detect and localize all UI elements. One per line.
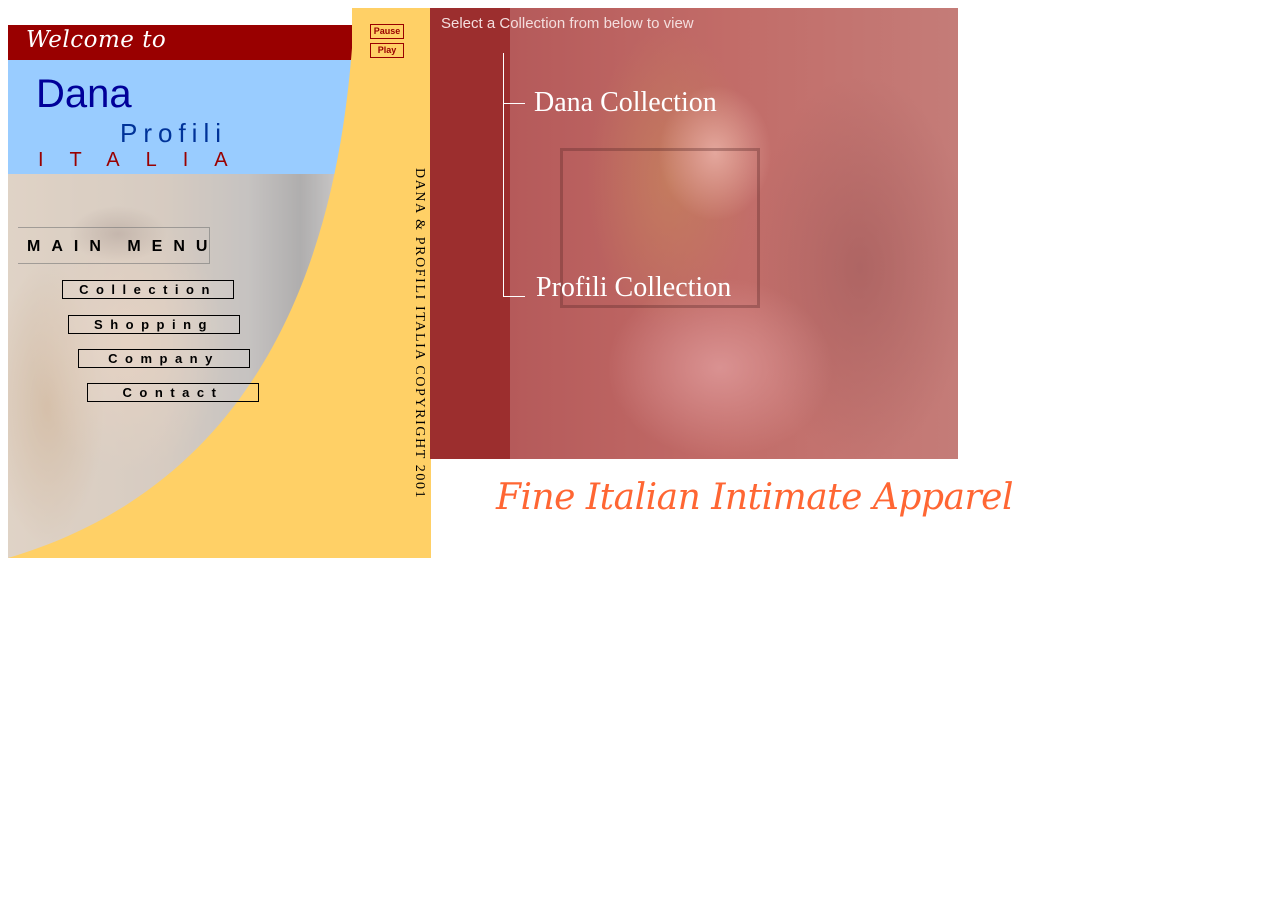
pause-button[interactable]: Pause — [370, 24, 404, 39]
menu-shopping-button[interactable]: Shopping — [68, 315, 240, 334]
welcome-text: Welcome to — [26, 27, 167, 53]
logo-italia-text: ITALIA — [38, 149, 254, 171]
dana-collection-link[interactable]: Dana Collection — [534, 87, 717, 119]
welcome-bar: Welcome to — [8, 25, 352, 60]
left-panel: Welcome to Dana Profili ITALIA MAIN MENU… — [8, 8, 431, 558]
top-strip — [8, 8, 352, 25]
menu-company-button[interactable]: Company — [78, 349, 250, 368]
profili-collection-link[interactable]: Profili Collection — [536, 272, 731, 304]
menu-collection-button[interactable]: Collection — [62, 280, 234, 299]
menu-contact-button[interactable]: Contact — [87, 383, 259, 402]
bracket-tick-top — [503, 103, 525, 104]
brand-logo: Dana Profili ITALIA — [8, 60, 352, 174]
collection-showcase: Select a Collection from below to view D… — [430, 8, 958, 459]
logo-dana-text: Dana — [36, 72, 132, 116]
copyright-text: DANA & PROFILI ITALIA COPYRIGHT 2001 — [412, 168, 427, 500]
logo-profili-text: Profili — [120, 118, 228, 148]
main-menu-title: MAIN MENU — [27, 238, 219, 255]
page: Welcome to Dana Profili ITALIA MAIN MENU… — [0, 0, 1280, 899]
bracket-line — [503, 53, 504, 297]
collection-instruction: Select a Collection from below to view — [441, 15, 694, 32]
play-button[interactable]: Play — [370, 43, 404, 58]
tagline: Fine Italian Intimate Apparel — [496, 477, 1013, 518]
bracket-tick-bottom — [503, 296, 525, 297]
